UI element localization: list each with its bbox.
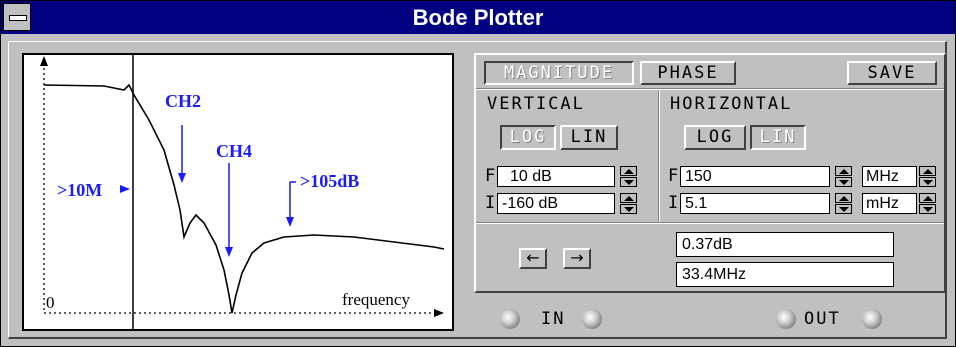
readout-frequency: 33.4MHz [676,262,894,287]
ch2-arrow-head-icon [178,173,186,183]
horizontal-initial-unit-stepper[interactable] [919,193,936,214]
horizontal-log-button[interactable]: LOG [684,125,746,150]
spin-down-icon[interactable] [919,177,936,187]
spin-up-icon[interactable] [620,166,637,176]
y-axis-arrow-icon [40,56,48,66]
window-title: Bode Plotter [412,5,544,30]
in-terminal-positive[interactable] [582,309,602,329]
out-terminal-positive[interactable] [862,309,882,329]
spin-up-icon[interactable] [919,166,936,176]
in-terminal-negative[interactable] [500,309,520,329]
magnitude-button[interactable]: MAGNITUDE [484,61,634,85]
readout-divider [476,222,944,224]
horizontal-initial-unit[interactable]: mHz [862,193,917,214]
horizontal-lin-button[interactable]: LIN [750,125,806,150]
x-axis-label: frequency [342,290,410,309]
spin-down-icon[interactable] [620,204,637,214]
readout-magnitude: 0.37dB [676,232,894,257]
bode-plot-svg: CH2 CH4 >10M >105dB 0 frequency [40,55,445,329]
vertical-log-button[interactable]: LOG [500,125,556,150]
spin-up-icon[interactable] [919,193,936,203]
m10-arrow-head-icon [120,185,130,193]
vertical-initial-stepper[interactable] [620,193,637,214]
axis-divider [658,90,660,222]
spin-up-icon[interactable] [620,193,637,203]
horizontal-initial-stepper[interactable] [835,193,852,214]
mode-divider [476,88,944,90]
vertical-initial-field[interactable]: -160 dB [497,193,615,214]
horizontal-final-stepper[interactable] [835,166,852,187]
vertical-lin-button[interactable]: LIN [560,125,618,150]
spin-up-icon[interactable] [835,166,852,176]
out-terminal-negative[interactable] [776,309,796,329]
spin-down-icon[interactable] [919,204,936,214]
vertical-final-prefix: F [485,166,498,186]
bode-response-curve [43,83,445,314]
vertical-final-field[interactable]: 10 dB [497,166,615,187]
x-axis-arrow-icon [434,309,444,317]
phase-button[interactable]: PHASE [640,61,736,85]
vertical-initial-prefix: I [485,193,498,213]
cursor-left-button[interactable]: ← [519,248,547,269]
ch4-arrow-head-icon [225,247,233,257]
ch4-label: CH4 [216,141,252,161]
origin-label: 0 [46,293,55,312]
spin-up-icon[interactable] [835,193,852,203]
horizontal-final-unit-stepper[interactable] [919,166,936,187]
spin-down-icon[interactable] [835,204,852,214]
spin-down-icon[interactable] [620,177,637,187]
horizontal-final-field[interactable]: 150 [680,166,830,187]
bode-plot-display[interactable]: CH2 CH4 >10M >105dB 0 frequency [22,53,454,331]
db105-arrow-head-icon [286,217,294,227]
horizontal-initial-field[interactable]: 5.1 [680,193,830,214]
vertical-title: VERTICAL [487,94,585,114]
db105-label: >105dB [300,171,359,191]
horizontal-final-unit[interactable]: MHz [862,166,917,187]
spin-down-icon[interactable] [835,177,852,187]
horizontal-title: HORIZONTAL [670,94,793,114]
in-terminal-label: IN [541,309,566,329]
out-terminal-label: OUT [804,309,841,329]
horizontal-initial-prefix: I [668,193,681,213]
vertical-final-stepper[interactable] [620,166,637,187]
cursor-right-button[interactable]: → [563,248,591,269]
m10-label: >10M [57,180,102,200]
title-bar: Bode Plotter [1,1,955,34]
save-button[interactable]: SAVE [847,61,937,85]
horizontal-final-prefix: F [668,166,681,186]
ch2-label: CH2 [165,91,201,111]
